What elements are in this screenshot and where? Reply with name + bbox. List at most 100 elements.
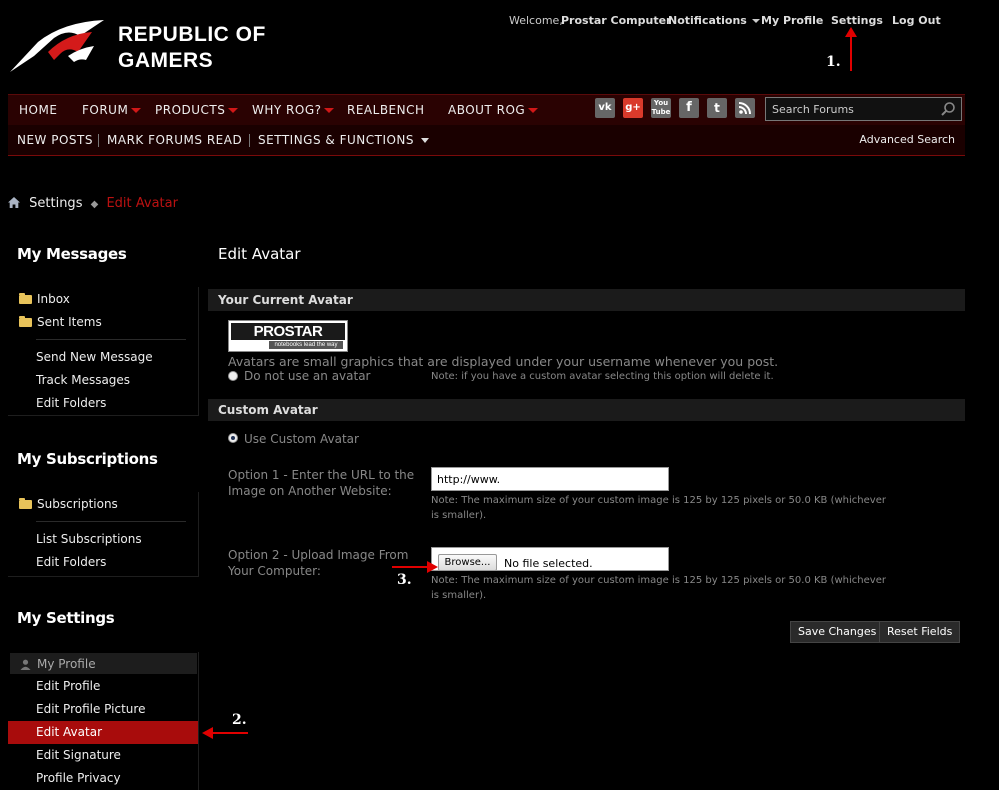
sidebar-item-track-messages[interactable]: Track Messages xyxy=(36,373,130,387)
option1-label: Option 1 - Enter the URL to the Image on… xyxy=(228,467,428,499)
rss-icon[interactable] xyxy=(735,98,755,118)
nav-divider xyxy=(249,134,250,147)
home-icon[interactable] xyxy=(8,197,20,208)
welcome-text: Welcome, xyxy=(509,14,563,27)
sidebar-item-subs-edit-folders[interactable]: Edit Folders xyxy=(36,555,106,569)
sidebar-settings-box: My Profile Edit Profile Edit Profile Pic… xyxy=(8,652,199,790)
user-toolbar: Welcome, Prostar Computer Notifications … xyxy=(500,14,999,30)
sidebar-item-list-subscriptions[interactable]: List Subscriptions xyxy=(36,532,142,546)
user-icon xyxy=(20,659,31,670)
vk-icon[interactable]: vk xyxy=(595,98,615,118)
sidebar-settings-title: My Settings xyxy=(17,609,115,627)
sidebar-item-label: Inbox xyxy=(37,292,70,306)
avatar-file-input[interactable]: Browse... No file selected. xyxy=(431,547,669,571)
sidebar-item-edit-signature[interactable]: Edit Signature xyxy=(36,748,121,762)
reset-fields-button[interactable]: Reset Fields xyxy=(879,621,961,643)
browse-button[interactable]: Browse... xyxy=(438,554,497,571)
breadcrumb-settings[interactable]: Settings xyxy=(29,196,82,211)
sidebar-divider xyxy=(36,521,186,522)
size-note-line1: Note: The maximum size of your custom im… xyxy=(431,495,886,506)
notifications-label: Notifications xyxy=(668,14,747,27)
annotation-1: 1. xyxy=(826,54,841,70)
logo-line-1: REPUBLIC OF xyxy=(118,23,266,46)
nav-realbench[interactable]: REALBENCH xyxy=(347,95,425,125)
page-title: Edit Avatar xyxy=(218,245,301,263)
username-link[interactable]: Prostar Computer xyxy=(561,14,671,27)
nav-products[interactable]: PRODUCTS xyxy=(155,95,239,125)
logout-link[interactable]: Log Out xyxy=(892,14,941,27)
chevron-down-icon xyxy=(751,19,760,23)
size-note-line2: is smaller). xyxy=(431,590,487,601)
sidebar-subscriptions-title: My Subscriptions xyxy=(17,450,158,468)
sidebar-divider xyxy=(36,339,186,340)
sidebar-subscriptions-box: Subscriptions List Subscriptions Edit Fo… xyxy=(8,492,199,577)
rog-logo-icon[interactable] xyxy=(8,16,106,74)
sidebar-my-profile-header: My Profile xyxy=(10,653,197,674)
sidebar-item-send-message[interactable]: Send New Message xyxy=(36,350,153,364)
search-input[interactable] xyxy=(766,98,948,120)
sub-navbar: NEW POSTS MARK FORUMS READ SETTINGS & FU… xyxy=(8,125,965,156)
search-icon[interactable] xyxy=(940,101,956,117)
chevron-down-icon xyxy=(324,108,335,113)
nav-why-rog-label: WHY ROG? xyxy=(252,103,322,117)
google-plus-icon[interactable]: g+ xyxy=(623,98,643,118)
sidebar-item-subscriptions[interactable]: Subscriptions xyxy=(19,497,118,511)
avatar-logo-tagline: notebooks lead the way xyxy=(269,341,343,349)
size-note-line1: Note: The maximum size of your custom im… xyxy=(431,575,886,586)
annotation-3: 3. xyxy=(397,572,412,588)
logo-line-2: GAMERS xyxy=(118,49,214,72)
nav-divider xyxy=(98,134,99,147)
annotation-arrow-up-icon xyxy=(845,27,857,71)
twitter-icon[interactable]: t xyxy=(707,98,727,118)
option1-label-line1: Option 1 - Enter the URL to the xyxy=(228,468,415,482)
sidebar-item-sent[interactable]: Sent Items xyxy=(19,315,102,329)
settings-link[interactable]: Settings xyxy=(831,14,883,27)
save-changes-button[interactable]: Save Changes xyxy=(790,621,885,643)
avatar-url-input[interactable] xyxy=(431,467,669,491)
nav-about-rog-label: ABOUT ROG xyxy=(448,103,526,117)
breadcrumb: Settings ◆ Edit Avatar xyxy=(8,196,178,211)
no-avatar-radio[interactable] xyxy=(228,371,238,381)
advanced-search-link[interactable]: Advanced Search xyxy=(859,125,955,155)
chevron-down-icon xyxy=(528,108,539,113)
breadcrumb-current: Edit Avatar xyxy=(106,196,178,211)
main-navbar: HOME FORUM PRODUCTS WHY ROG? REALBENCH A… xyxy=(8,94,965,126)
sidebar-messages-box: Inbox Sent Items Send New Message Track … xyxy=(8,287,199,416)
use-custom-radio[interactable] xyxy=(228,433,238,443)
notifications-menu[interactable]: Notifications xyxy=(668,14,760,27)
sidebar-item-profile-privacy[interactable]: Profile Privacy xyxy=(36,771,121,785)
search-box xyxy=(765,97,962,121)
current-avatar-header: Your Current Avatar xyxy=(208,289,965,311)
my-profile-link[interactable]: My Profile xyxy=(761,14,823,27)
facebook-icon[interactable]: f xyxy=(679,98,699,118)
chevron-down-icon xyxy=(421,138,430,143)
use-custom-label: Use Custom Avatar xyxy=(244,432,359,446)
breadcrumb-separator-icon: ◆ xyxy=(90,199,99,210)
current-avatar-image: PROSTAR notebooks lead the way xyxy=(228,320,348,352)
file-status-text: No file selected. xyxy=(504,557,593,570)
no-avatar-note: Note: if you have a custom avatar select… xyxy=(431,371,774,382)
nav-mark-forums-read[interactable]: MARK FORUMS READ xyxy=(107,125,242,155)
chevron-down-icon xyxy=(131,108,142,113)
site-logo-text[interactable]: REPUBLIC OF GAMERS xyxy=(118,22,266,74)
nav-settings-functions-label: SETTINGS & FUNCTIONS xyxy=(258,133,415,147)
sidebar-item-label: Subscriptions xyxy=(37,497,118,511)
nav-new-posts[interactable]: NEW POSTS xyxy=(17,125,93,155)
option1-label-line2: Image on Another Website: xyxy=(228,484,392,498)
custom-avatar-header: Custom Avatar xyxy=(208,399,965,421)
sidebar-messages-title: My Messages xyxy=(17,245,127,263)
nav-home[interactable]: HOME xyxy=(19,95,57,125)
folder-icon xyxy=(19,316,32,327)
sidebar-item-edit-profile[interactable]: Edit Profile xyxy=(36,679,100,693)
sidebar-item-edit-folders[interactable]: Edit Folders xyxy=(36,396,106,410)
nav-why-rog[interactable]: WHY ROG? xyxy=(252,95,335,125)
sidebar-item-edit-avatar[interactable]: Edit Avatar xyxy=(8,721,198,744)
nav-forum[interactable]: FORUM xyxy=(82,95,142,125)
sidebar-item-edit-profile-picture[interactable]: Edit Profile Picture xyxy=(36,702,145,716)
youtube-icon[interactable]: You Tube xyxy=(651,98,671,118)
option1-size-note: Note: The maximum size of your custom im… xyxy=(431,493,911,523)
nav-about-rog[interactable]: ABOUT ROG xyxy=(448,95,539,125)
nav-settings-functions[interactable]: SETTINGS & FUNCTIONS xyxy=(258,125,430,155)
sidebar-item-inbox[interactable]: Inbox xyxy=(19,292,70,306)
sidebar-my-profile-label: My Profile xyxy=(37,657,96,671)
